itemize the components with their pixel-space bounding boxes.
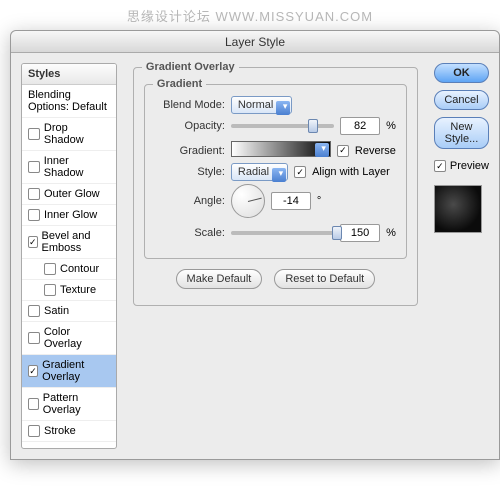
style-checkbox[interactable] <box>44 284 56 296</box>
style-checkbox[interactable] <box>28 128 40 140</box>
opacity-label: Opacity: <box>155 120 225 132</box>
layer-style-dialog: Layer Style Styles Blending Options: Def… <box>10 30 500 460</box>
style-label: Style: <box>155 166 225 178</box>
align-label: Align with Layer <box>312 166 390 178</box>
slider-thumb[interactable] <box>332 226 342 240</box>
style-checkbox[interactable] <box>28 188 40 200</box>
scale-label: Scale: <box>155 227 225 239</box>
style-row-satin[interactable]: Satin <box>22 301 116 322</box>
style-row-contour[interactable]: Contour <box>22 259 116 280</box>
style-label: Bevel and Emboss <box>42 230 110 254</box>
angle-dial[interactable] <box>231 184 265 218</box>
ok-button[interactable]: OK <box>434 63 489 83</box>
blend-mode-row: Blend Mode: Normal <box>155 99 396 111</box>
style-label: Satin <box>44 305 69 317</box>
style-label: Color Overlay <box>44 326 110 350</box>
style-label: Drop Shadow <box>44 122 110 146</box>
preview-label: Preview <box>450 160 489 172</box>
align-checkbox[interactable] <box>294 166 306 178</box>
style-row-color-overlay[interactable]: Color Overlay <box>22 322 116 355</box>
style-row-inner-shadow[interactable]: Inner Shadow <box>22 151 116 184</box>
opacity-slider[interactable] <box>231 124 334 128</box>
titlebar: Layer Style <box>11 31 499 53</box>
style-label: Inner Shadow <box>44 155 110 179</box>
reverse-label: Reverse <box>355 145 396 157</box>
preview-row: Preview <box>434 160 489 172</box>
make-default-button[interactable]: Make Default <box>176 269 263 289</box>
preview-thumbnail <box>434 185 482 233</box>
style-checkbox[interactable] <box>28 365 38 377</box>
blend-mode-label: Blend Mode: <box>155 99 225 111</box>
style-row: Style: Radial Align with Layer <box>155 166 396 178</box>
slider-thumb[interactable] <box>308 119 318 133</box>
styles-header[interactable]: Styles <box>22 64 116 85</box>
blend-mode-select[interactable]: Normal <box>231 96 292 114</box>
angle-row: Angle: ° <box>155 184 396 218</box>
style-label: Texture <box>60 284 96 296</box>
style-label: Outer Glow <box>44 188 100 200</box>
right-column: OK Cancel New Style... Preview <box>434 63 489 449</box>
gradient-subgroup: Gradient Blend Mode: Normal Opacity: % G… <box>144 84 407 259</box>
group-legend: Gradient Overlay <box>142 61 239 73</box>
gradient-overlay-group: Gradient Overlay Gradient Blend Mode: No… <box>133 67 418 306</box>
style-row-drop-shadow[interactable]: Drop Shadow <box>22 118 116 151</box>
style-checkbox[interactable] <box>28 236 38 248</box>
style-label: Pattern Overlay <box>43 392 110 416</box>
style-label: Contour <box>60 263 99 275</box>
blending-options-row[interactable]: Blending Options: Default <box>22 85 116 118</box>
style-checkbox[interactable] <box>28 398 39 410</box>
style-checkbox[interactable] <box>28 161 40 173</box>
style-checkbox[interactable] <box>28 209 40 221</box>
style-row-stroke[interactable]: Stroke <box>22 421 116 442</box>
settings-panel: Gradient Overlay Gradient Blend Mode: No… <box>127 63 424 449</box>
opacity-row: Opacity: % <box>155 117 396 135</box>
style-select[interactable]: Radial <box>231 163 288 181</box>
angle-label: Angle: <box>155 195 225 207</box>
pct-label: % <box>386 227 396 239</box>
style-checkbox[interactable] <box>28 305 40 317</box>
pct-label: % <box>386 120 396 132</box>
style-row-gradient-overlay[interactable]: Gradient Overlay <box>22 355 116 388</box>
style-label: Inner Glow <box>44 209 97 221</box>
gradient-row: Gradient: Reverse <box>155 141 396 160</box>
gradient-label: Gradient: <box>155 145 225 157</box>
scale-slider[interactable] <box>231 231 334 235</box>
watermark: 思缘设计论坛 WWW.MISSYUAN.COM <box>0 6 500 25</box>
scale-row: Scale: % <box>155 224 396 242</box>
style-checkbox[interactable] <box>28 425 40 437</box>
style-row-outer-glow[interactable]: Outer Glow <box>22 184 116 205</box>
preview-checkbox[interactable] <box>434 160 446 172</box>
style-row-texture[interactable]: Texture <box>22 280 116 301</box>
style-label: Stroke <box>44 425 76 437</box>
blending-options-label: Blending Options: Default <box>28 89 110 113</box>
new-style-button[interactable]: New Style... <box>434 117 489 149</box>
dialog-content: Styles Blending Options: Default Drop Sh… <box>11 53 499 459</box>
deg-label: ° <box>317 195 321 207</box>
subgroup-legend: Gradient <box>153 78 206 90</box>
style-row-inner-glow[interactable]: Inner Glow <box>22 205 116 226</box>
styles-list: Styles Blending Options: Default Drop Sh… <box>21 63 117 449</box>
reverse-checkbox[interactable] <box>337 145 349 157</box>
scale-input[interactable] <box>340 224 380 242</box>
angle-input[interactable] <box>271 192 311 210</box>
style-checkbox[interactable] <box>28 332 40 344</box>
gradient-swatch[interactable] <box>231 141 331 157</box>
style-row-pattern-overlay[interactable]: Pattern Overlay <box>22 388 116 421</box>
default-buttons-row: Make Default Reset to Default <box>144 269 407 289</box>
cancel-button[interactable]: Cancel <box>434 90 489 110</box>
style-checkbox[interactable] <box>44 263 56 275</box>
style-row-bevel-and-emboss[interactable]: Bevel and Emboss <box>22 226 116 259</box>
reset-default-button[interactable]: Reset to Default <box>274 269 375 289</box>
style-label: Gradient Overlay <box>42 359 110 383</box>
opacity-input[interactable] <box>340 117 380 135</box>
